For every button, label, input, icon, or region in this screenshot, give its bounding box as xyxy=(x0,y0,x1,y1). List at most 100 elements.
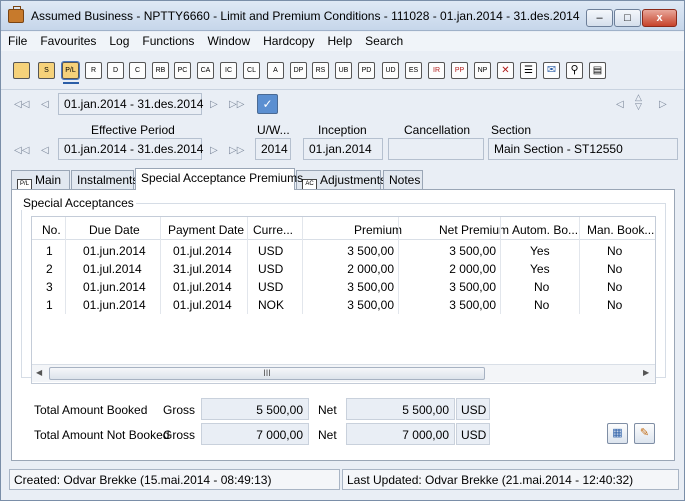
col-payment-date[interactable]: Payment Date xyxy=(168,223,244,237)
last-period-icon[interactable]: ▷▷ xyxy=(229,99,244,110)
horizontal-scrollbar[interactable]: ◀ III ▶ xyxy=(32,364,655,382)
tab-instalments[interactable]: Instalments xyxy=(71,170,138,189)
cell-payment-date: 01.jul.2014 xyxy=(173,280,232,294)
toolbar-btn-cl[interactable]: CL xyxy=(243,62,260,79)
menu-functions[interactable]: Functions xyxy=(135,32,200,48)
checklist-icon[interactable]: ☰ xyxy=(520,62,537,79)
tab-adjustments[interactable]: AC Adjustments xyxy=(296,170,386,190)
prev-period-icon[interactable]: ◁ xyxy=(41,145,49,156)
menu-hardcopy[interactable]: Hardcopy xyxy=(256,32,320,48)
next-period-icon[interactable]: ▷ xyxy=(210,145,218,156)
toolbar-btn-ic[interactable]: IC xyxy=(220,62,237,79)
updown-arrows-icon[interactable]: △ ▽ xyxy=(635,93,642,111)
created-info: Created: Odvar Brekke (15.mai.2014 - 08:… xyxy=(9,469,340,490)
scroll-right-icon[interactable]: ▶ xyxy=(643,368,649,377)
cell-no: 3 xyxy=(46,280,53,294)
attach-icon[interactable]: ⚲ xyxy=(566,62,583,79)
gross-label: Gross xyxy=(163,403,196,417)
cell-due-date: 01.jul.2014 xyxy=(83,262,142,276)
cancellation-label: Cancellation xyxy=(404,123,471,137)
cell-currency: USD xyxy=(258,244,284,258)
maximize-button[interactable]: □ xyxy=(614,9,641,27)
col-man-booked[interactable]: Man. Book... xyxy=(587,223,654,237)
minimize-button[interactable]: – xyxy=(586,9,613,27)
col-net-premium[interactable]: Net Premium xyxy=(439,223,509,237)
scroll-left-icon[interactable]: ◀ xyxy=(36,368,42,377)
tab-main[interactable]: P/L Main xyxy=(11,170,70,190)
section-field: Main Section - ST12550 xyxy=(488,138,678,160)
toolbar-btn-pl[interactable]: P/L xyxy=(61,61,80,80)
prev-period-icon[interactable]: ◁ xyxy=(41,99,49,110)
refresh-check-icon[interactable]: ✓ xyxy=(257,94,278,114)
toolbar-btn-ub[interactable]: UB xyxy=(335,62,352,79)
col-currency[interactable]: Curre... xyxy=(253,223,293,237)
total-not-booked-currency: USD xyxy=(456,423,490,445)
header-section: Effective Period U/W... Inception Cancel… xyxy=(1,119,684,167)
close-button[interactable]: x xyxy=(642,9,677,27)
last-period-icon[interactable]: ▷▷ xyxy=(229,145,244,156)
tab-special-acceptance-premiums[interactable]: Special Acceptance Premiums xyxy=(135,168,303,190)
toolbar-btn-dp[interactable]: DP xyxy=(290,62,307,79)
menu-file[interactable]: File xyxy=(1,32,33,48)
period-field[interactable]: 01.jan.2014 - 31.des.2014 xyxy=(58,93,203,115)
toolbar-btn-pc[interactable]: PC xyxy=(174,62,191,79)
col-autom-booked[interactable]: Autom. Bo... xyxy=(512,223,578,237)
toolbar-btn-es[interactable]: ES xyxy=(405,62,422,79)
tab-instalments-label: Instalments xyxy=(77,173,139,187)
cell-net-premium: 3 500,00 xyxy=(449,244,496,258)
table-row[interactable]: 2 01.jul.2014 31.jul.2014 USD 2 000,00 2… xyxy=(32,259,655,277)
tab-adjustments-label: Adjustments xyxy=(320,173,387,187)
inception-label: Inception xyxy=(318,123,367,137)
toolbar-btn-np[interactable]: NP xyxy=(474,62,491,79)
table-row[interactable]: 1 01.jun.2014 01.jul.2014 USD 3 500,00 3… xyxy=(32,241,655,259)
toolbar-btn-pd[interactable]: PD xyxy=(358,62,375,79)
next-period-icon[interactable]: ▷ xyxy=(210,99,218,110)
cell-due-date: 01.jun.2014 xyxy=(83,244,146,258)
col-no[interactable]: No. xyxy=(42,223,61,237)
cell-net-premium: 3 500,00 xyxy=(449,280,496,294)
menu-help[interactable]: Help xyxy=(320,32,358,48)
briefcase-icon[interactable] xyxy=(13,62,30,79)
cell-currency: NOK xyxy=(258,298,285,312)
cell-net-premium: 2 000,00 xyxy=(449,262,496,276)
total-not-booked-gross: 7 000,00 xyxy=(201,423,309,445)
mail-icon[interactable]: ✉ xyxy=(543,62,560,79)
table-row[interactable]: 3 01.jun.2014 01.jul.2014 USD 3 500,00 3… xyxy=(32,277,655,295)
cell-currency: USD xyxy=(258,262,284,276)
first-period-icon[interactable]: ◁◁ xyxy=(14,99,29,110)
tab-main-label: Main xyxy=(35,173,62,187)
first-period-icon[interactable]: ◁◁ xyxy=(14,145,29,156)
calculator-icon[interactable]: ▦ xyxy=(607,423,628,444)
table-row[interactable]: 1 01.jun.2014 01.jul.2014 NOK 3 500,00 3… xyxy=(32,295,655,313)
toolbar-btn-c[interactable]: C xyxy=(129,62,146,79)
scroll-right-icon[interactable]: ▷ xyxy=(659,99,667,110)
col-due-date[interactable]: Due Date xyxy=(89,223,140,237)
scroll-left-icon[interactable]: ◁ xyxy=(616,99,624,110)
toolbar-btn-ud[interactable]: UD xyxy=(382,62,399,79)
cell-autom-booked: No xyxy=(534,298,550,312)
toolbar: S P/L R D C RB PC CA IC CL A DP RS UB PD… xyxy=(1,54,684,90)
toolbar-btn-rb[interactable]: RB xyxy=(152,62,169,79)
toolbar-btn-rs[interactable]: RS xyxy=(312,62,329,79)
toolbar-btn-pp[interactable]: PP xyxy=(451,62,468,79)
effective-period-label: Effective Period xyxy=(91,123,175,137)
toolbar-btn-r[interactable]: R xyxy=(85,62,102,79)
cell-autom-booked: Yes xyxy=(530,244,550,258)
toolbar-btn-ca[interactable]: CA xyxy=(197,62,214,79)
printer-icon[interactable]: ▤ xyxy=(589,62,606,79)
tab-notes[interactable]: Notes xyxy=(383,170,423,189)
col-premium[interactable]: Premium xyxy=(354,223,402,237)
toolbar-btn-a[interactable]: A xyxy=(267,62,284,79)
toolbar-btn-ir[interactable]: IR xyxy=(428,62,445,79)
toolbar-btn-s[interactable]: S xyxy=(38,62,55,79)
menu-window[interactable]: Window xyxy=(200,32,256,48)
delete-doc-icon[interactable]: ✕ xyxy=(497,62,514,79)
scrollbar-thumb[interactable]: III xyxy=(49,367,485,380)
edit-pencil-icon[interactable]: ✎ xyxy=(634,423,655,444)
menu-favourites[interactable]: Favourites xyxy=(33,32,102,48)
menu-log[interactable]: Log xyxy=(102,32,135,48)
menu-search[interactable]: Search xyxy=(358,32,409,48)
toolbar-btn-d[interactable]: D xyxy=(107,62,124,79)
effective-period-field: 01.jan.2014 - 31.des.2014 xyxy=(58,138,203,160)
cell-net-premium: 3 500,00 xyxy=(449,298,496,312)
